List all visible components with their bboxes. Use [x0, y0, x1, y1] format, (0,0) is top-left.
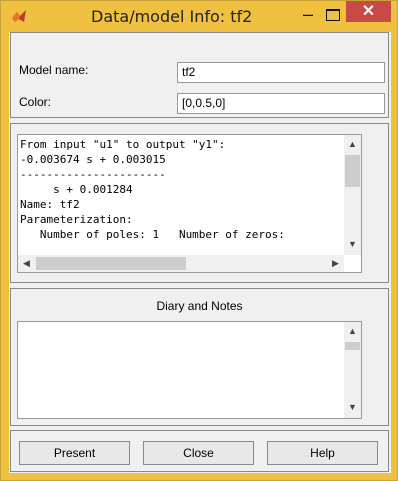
color-field[interactable]: [0,0.5,0]	[177, 93, 385, 114]
matlab-icon	[12, 10, 26, 22]
model-info-text-area[interactable]: From input "u1" to output "y1": -0.003674…	[17, 134, 362, 273]
model-info-panel: From input "u1" to output "y1": -0.003674…	[10, 123, 389, 283]
model-name-field[interactable]: tf2	[177, 62, 385, 83]
info-line: -0.003674 s + 0.003015	[20, 153, 166, 166]
diary-scroll-up-icon[interactable]: ▲	[344, 326, 361, 336]
info-line: ----------------------	[20, 168, 166, 181]
close-window-button[interactable]: ✕	[346, 1, 391, 22]
model-info-text: From input "u1" to output "y1": -0.003674…	[20, 137, 340, 249]
button-panel: Present Close Help	[10, 430, 389, 472]
info-line: Name: tf2	[20, 198, 80, 211]
dialog-body: Model name: tf2 Color: [0,0.5,0] From in…	[9, 32, 391, 473]
minimize-button[interactable]: –	[296, 5, 320, 25]
info-vertical-scrollbar[interactable]: ▲ ▼	[344, 135, 361, 255]
color-label: Color:	[19, 95, 52, 109]
scroll-right-icon[interactable]: ▶	[327, 258, 344, 269]
scroll-up-icon[interactable]: ▲	[344, 139, 361, 149]
diary-vertical-scrollbar[interactable]: ▲ ▼	[344, 322, 361, 418]
info-vertical-scroll-thumb[interactable]	[345, 155, 360, 187]
title-bar[interactable]: Data/model Info: tf2 – ✕	[1, 1, 397, 31]
model-fields-panel: Model name: tf2 Color: [0,0.5,0]	[10, 32, 389, 118]
maximize-button[interactable]	[321, 5, 345, 25]
info-line: From input "u1" to output "y1":	[20, 138, 226, 151]
diary-vertical-scroll-thumb[interactable]	[345, 342, 360, 350]
info-line: s + 0.001284	[20, 183, 133, 196]
scroll-down-icon[interactable]: ▼	[344, 239, 361, 249]
diary-title: Diary and Notes	[156, 299, 243, 313]
diary-notes-textarea[interactable]: ▲ ▼	[17, 321, 362, 419]
info-horizontal-scroll-thumb[interactable]	[36, 257, 186, 270]
maximize-icon	[326, 9, 340, 21]
info-line: Number of poles: 1 Number of zeros:	[20, 228, 285, 241]
diary-panel: Diary and Notes ▲ ▼	[10, 288, 389, 426]
window-title: Data/model Info: tf2	[91, 7, 253, 26]
info-line: Parameterization:	[20, 213, 133, 226]
present-button[interactable]: Present	[19, 441, 130, 465]
model-name-label: Model name:	[19, 63, 89, 77]
dialog-window: Data/model Info: tf2 – ✕ Model name: tf2…	[0, 0, 398, 481]
diary-scroll-down-icon[interactable]: ▼	[344, 402, 361, 412]
close-button[interactable]: Close	[143, 441, 254, 465]
help-button[interactable]: Help	[267, 441, 378, 465]
scroll-left-icon[interactable]: ◀	[18, 258, 35, 269]
info-horizontal-scrollbar[interactable]: ◀ ▶	[18, 255, 344, 272]
